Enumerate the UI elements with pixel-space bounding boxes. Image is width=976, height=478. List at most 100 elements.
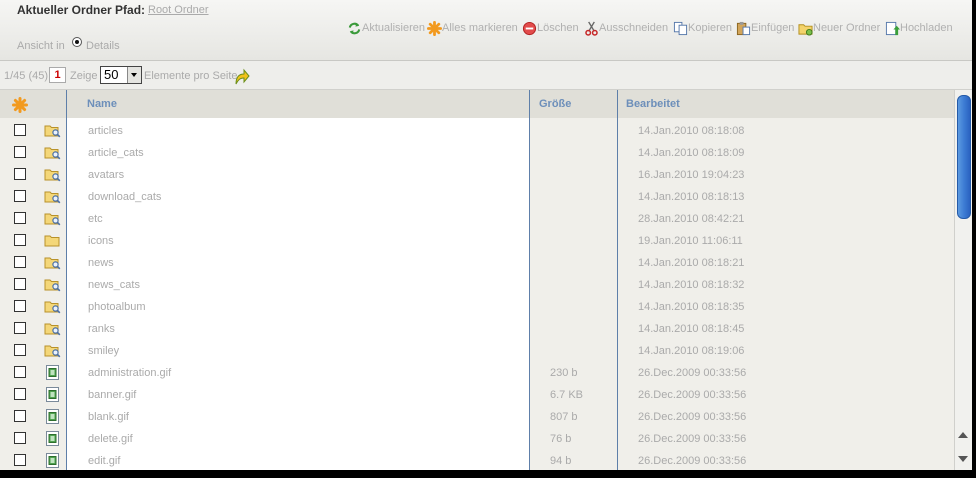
column-header-name[interactable]: Name <box>87 98 117 110</box>
column-header-modified[interactable]: Bearbeitet <box>626 98 680 110</box>
new-folder-label: Neuer Ordner <box>813 22 881 34</box>
pagination-bar: 1/45 (45) 1 Zeige 50 Elemente pro Seite <box>0 61 972 90</box>
file-modified-date: 28.Jan.2010 08:42:21 <box>638 213 745 225</box>
paste-icon <box>736 21 751 35</box>
scroll-down-arrow[interactable] <box>958 456 968 462</box>
file-name[interactable]: administration.gif <box>88 367 171 379</box>
table-row[interactable]: ranks 14.Jan.2010 08:18:45 <box>0 318 954 340</box>
row-checkbox[interactable] <box>14 256 26 268</box>
file-name[interactable]: articles <box>88 125 123 137</box>
table-row[interactable]: article_cats 14.Jan.2010 08:18:09 <box>0 142 954 164</box>
select-all-button[interactable]: Alles markieren <box>427 20 518 36</box>
row-checkbox[interactable] <box>14 212 26 224</box>
file-name[interactable]: download_cats <box>88 191 161 203</box>
file-name[interactable]: icons <box>88 235 114 247</box>
file-size: 230 b <box>550 367 578 379</box>
cut-button[interactable]: Ausschneiden <box>584 20 668 36</box>
file-size: 807 b <box>550 411 578 423</box>
refresh-icon <box>348 22 361 34</box>
row-checkbox[interactable] <box>14 124 26 136</box>
file-modified-date: 26.Dec.2009 00:33:56 <box>638 411 747 423</box>
table-row[interactable]: delete.gif 76 b 26.Dec.2009 00:33:56 <box>0 428 954 450</box>
table-row[interactable]: news_cats 14.Jan.2010 08:18:32 <box>0 274 954 296</box>
upload-button[interactable]: Hochladen <box>885 20 953 36</box>
root-folder-link[interactable]: Root Ordner <box>148 4 209 16</box>
file-name[interactable]: blank.gif <box>88 411 129 423</box>
row-checkbox[interactable] <box>14 278 26 290</box>
upload-icon <box>885 21 900 35</box>
file-name[interactable]: photoalbum <box>88 301 146 313</box>
table-row[interactable]: avatars 16.Jan.2010 19:04:23 <box>0 164 954 186</box>
folder-icon <box>44 123 61 141</box>
file-name[interactable]: etc <box>88 213 103 225</box>
file-modified-date: 14.Jan.2010 08:18:35 <box>638 301 745 313</box>
cut-label: Ausschneiden <box>599 22 669 34</box>
item-count: 1/45 (45) <box>4 70 49 82</box>
row-checkbox[interactable] <box>14 234 26 246</box>
file-name[interactable]: news <box>88 257 114 269</box>
row-checkbox[interactable] <box>14 344 26 356</box>
paste-button[interactable]: Einfügen <box>736 20 794 36</box>
upload-label: Hochladen <box>900 22 953 34</box>
row-checkbox[interactable] <box>14 410 26 422</box>
table-row[interactable]: banner.gif 6.7 KB 26.Dec.2009 00:33:56 <box>0 384 954 406</box>
table-row[interactable]: articles 14.Jan.2010 08:18:08 <box>0 120 954 142</box>
table-row[interactable]: blank.gif 807 b 26.Dec.2009 00:33:56 <box>0 406 954 428</box>
table-row[interactable]: photoalbum 14.Jan.2010 08:18:35 <box>0 296 954 318</box>
file-size: 94 b <box>550 455 572 467</box>
file-name[interactable]: delete.gif <box>88 433 133 445</box>
row-checkbox[interactable] <box>14 168 26 180</box>
folder-icon <box>44 167 61 185</box>
row-checkbox[interactable] <box>14 454 26 466</box>
delete-icon <box>522 21 537 35</box>
file-name[interactable]: avatars <box>88 169 124 181</box>
select-all-icon <box>427 20 442 36</box>
file-name[interactable]: news_cats <box>88 279 140 291</box>
scroll-up-arrow[interactable] <box>958 432 968 438</box>
row-checkbox[interactable] <box>14 432 26 444</box>
table-row[interactable]: administration.gif 230 b 26.Dec.2009 00:33… <box>0 362 954 384</box>
scrollbar-thumb[interactable] <box>957 95 971 219</box>
select-all-icon[interactable] <box>12 97 28 113</box>
row-checkbox[interactable] <box>14 190 26 202</box>
row-checkbox[interactable] <box>14 388 26 400</box>
folder-icon <box>44 343 61 361</box>
row-checkbox[interactable] <box>14 300 26 312</box>
table-row[interactable]: download_cats 14.Jan.2010 08:18:13 <box>0 186 954 208</box>
table-row[interactable]: news 14.Jan.2010 08:18:21 <box>0 252 954 274</box>
folder-icon <box>44 211 61 229</box>
chevron-down-icon[interactable] <box>127 67 141 83</box>
show-label: Zeige <box>70 70 98 82</box>
vertical-scrollbar[interactable] <box>954 90 972 470</box>
go-arrow-icon[interactable] <box>233 66 251 86</box>
file-name[interactable]: ranks <box>88 323 115 335</box>
refresh-button[interactable]: Aktualisieren <box>347 20 425 36</box>
file-list: Name Größe Bearbeitet articles 14.Jan.201… <box>0 90 954 470</box>
row-checkbox[interactable] <box>14 366 26 378</box>
items-per-page-select[interactable]: 50 <box>100 66 142 84</box>
column-header-size[interactable]: Größe <box>539 98 571 110</box>
file-name[interactable]: smiley <box>88 345 119 357</box>
copy-button[interactable]: Kopieren <box>673 20 732 36</box>
table-row[interactable]: edit.gif 94 b 26.Dec.2009 00:33:56 <box>0 450 954 470</box>
image-file-icon <box>44 453 61 470</box>
select-all-label: Alles markieren <box>442 22 518 34</box>
details-view-radio[interactable] <box>72 37 82 47</box>
page-number-button[interactable]: 1 <box>49 67 66 83</box>
copy-icon <box>673 21 688 35</box>
file-modified-date: 26.Dec.2009 00:33:56 <box>638 455 747 467</box>
row-checkbox[interactable] <box>14 322 26 334</box>
current-path-label: Aktueller Ordner Pfad: <box>17 3 146 17</box>
refresh-label: Aktualisieren <box>362 22 425 34</box>
table-row[interactable]: etc 28.Jan.2010 08:42:21 <box>0 208 954 230</box>
file-name[interactable]: article_cats <box>88 147 144 159</box>
file-name[interactable]: edit.gif <box>88 455 120 467</box>
paste-label: Einfügen <box>751 22 795 34</box>
delete-button[interactable]: Löschen <box>522 20 579 36</box>
table-row[interactable]: icons 19.Jan.2010 11:06:11 <box>0 230 954 252</box>
folder-icon <box>44 189 61 207</box>
file-name[interactable]: banner.gif <box>88 389 136 401</box>
row-checkbox[interactable] <box>14 146 26 158</box>
new-folder-button[interactable]: Neuer Ordner <box>798 20 880 36</box>
table-row[interactable]: smiley 14.Jan.2010 08:19:06 <box>0 340 954 362</box>
